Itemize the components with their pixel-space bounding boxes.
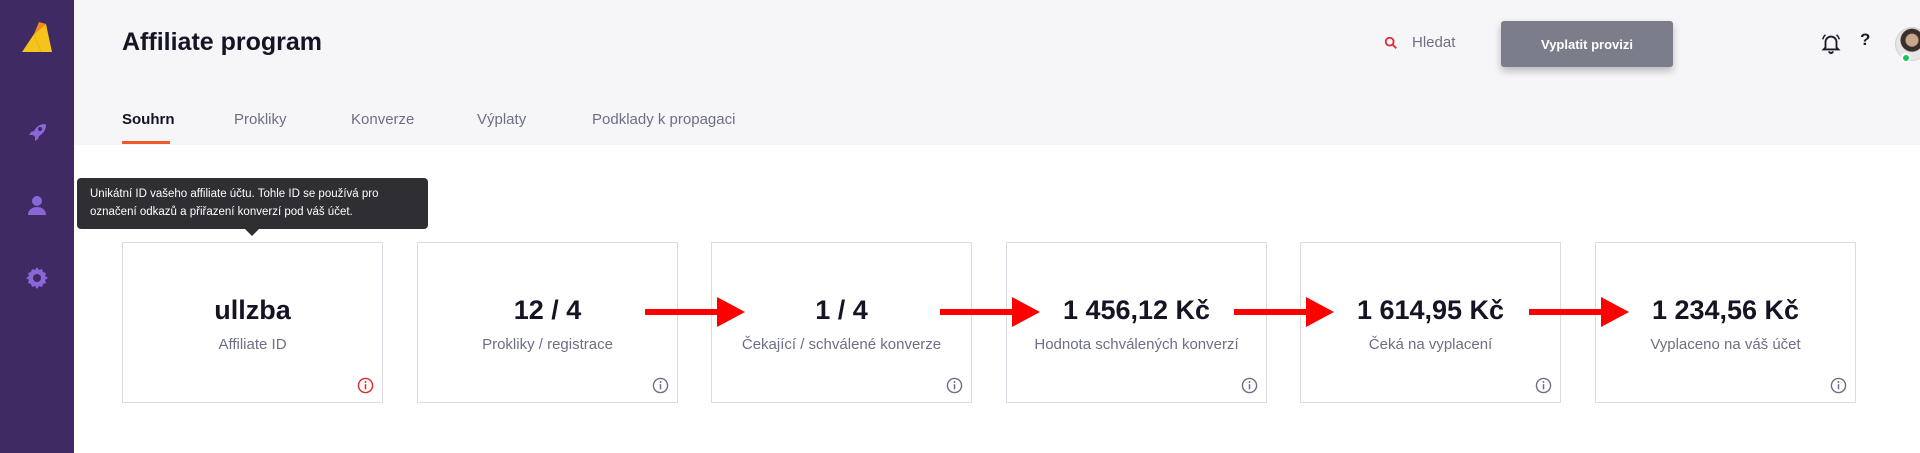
info-icon[interactable] xyxy=(357,377,374,394)
card-label: Čekající / schválené konverze xyxy=(741,336,942,353)
page-title: Affiliate program xyxy=(122,28,323,56)
bell-icon[interactable] xyxy=(1820,32,1842,54)
card-value: 1 456,12 Kč xyxy=(1062,295,1211,325)
payout-button[interactable]: Vyplatit provizi xyxy=(1501,21,1673,67)
card-paid-out: 1 234,56 Kč Vyplaceno na váš účet xyxy=(1595,242,1856,403)
tab-podklady-k-propagaci[interactable]: Podklady k propagaci xyxy=(592,111,735,128)
tooltip-line-2: označení odkazů a přiřazení konverzí pod… xyxy=(90,206,353,218)
red-arrow-icon xyxy=(940,297,1040,327)
card-label: Hodnota schválených konverzí xyxy=(1034,336,1239,353)
help-button[interactable]: ? xyxy=(1860,30,1870,50)
sidebar xyxy=(0,0,74,453)
card-clicks-registrations: 12 / 4 Prokliky / registrace xyxy=(417,242,678,403)
tab-souhrn[interactable]: Souhrn xyxy=(122,111,175,128)
card-approved-conversion-value: 1 456,12 Kč Hodnota schválených konverzí xyxy=(1006,242,1267,403)
rocket-icon[interactable] xyxy=(22,117,52,147)
red-arrow-icon xyxy=(645,297,745,327)
tab-konverze[interactable]: Konverze xyxy=(351,111,414,128)
card-pending-approved-conversions: 1 / 4 Čekající / schválené konverze xyxy=(711,242,972,403)
card-label: Prokliky / registrace xyxy=(482,336,613,353)
header: Affiliate program Hledat Vyplatit proviz… xyxy=(74,0,1920,145)
card-awaiting-payout: 1 614,95 Kč Čeká na vyplacení xyxy=(1300,242,1561,403)
search-button[interactable]: Hledat xyxy=(1384,34,1455,51)
gear-icon[interactable] xyxy=(22,263,52,293)
red-arrow-icon xyxy=(1529,297,1629,327)
red-arrow-icon xyxy=(1234,297,1334,327)
online-status-dot xyxy=(1901,53,1911,63)
card-value: 1 / 4 xyxy=(815,295,868,325)
card-value: 1 614,95 Kč xyxy=(1356,295,1505,325)
tab-prokliky[interactable]: Prokliky xyxy=(234,111,287,128)
affiliate-id-tooltip: Unikátní ID vašeho affiliate účtu. Tohle… xyxy=(77,178,428,229)
tab-vyplaty[interactable]: Výplaty xyxy=(477,111,526,128)
active-tab-indicator xyxy=(122,141,170,144)
tooltip-arrow xyxy=(245,229,259,236)
card-label: Vyplaceno na váš účet xyxy=(1650,336,1801,353)
tooltip-line-1: Unikátní ID vašeho affiliate účtu. Tohle… xyxy=(90,188,379,200)
user-icon[interactable] xyxy=(22,190,52,220)
app-logo[interactable] xyxy=(18,18,56,54)
card-affiliate-id: ullzba Affiliate ID xyxy=(122,242,383,403)
search-label: Hledat xyxy=(1412,34,1456,51)
card-value: ullzba xyxy=(214,295,291,325)
info-icon[interactable] xyxy=(652,377,669,394)
card-value: 12 / 4 xyxy=(513,295,582,325)
card-label: Affiliate ID xyxy=(218,336,287,353)
card-value: 1 234,56 Kč xyxy=(1651,295,1800,325)
card-label: Čeká na vyplacení xyxy=(1368,336,1493,353)
info-icon[interactable] xyxy=(946,377,963,394)
info-icon[interactable] xyxy=(1830,377,1847,394)
search-icon xyxy=(1384,36,1397,49)
info-icon[interactable] xyxy=(1241,377,1258,394)
info-icon[interactable] xyxy=(1535,377,1552,394)
